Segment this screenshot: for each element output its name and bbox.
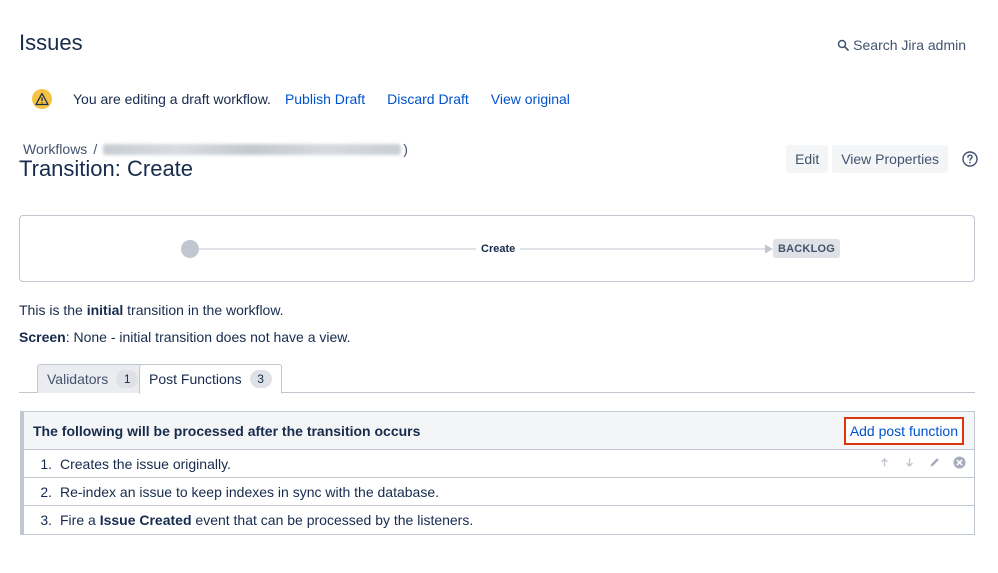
row-text-suffix: event that can be processed by the liste…	[191, 512, 474, 528]
breadcrumb-workflow-name-redacted[interactable]	[103, 143, 402, 155]
info-line1-suffix: transition in the workflow.	[123, 302, 284, 318]
backlog-status-lozenge[interactable]: BACKLOG	[773, 239, 841, 258]
search-icon	[837, 39, 849, 51]
row-number: 2.	[40, 483, 52, 500]
screen-label: Screen	[19, 329, 66, 345]
tab-post-functions-label: Post Functions	[149, 371, 242, 387]
transition-diagram: Create BACKLOG	[19, 215, 975, 282]
tab-post-functions-count-badge: 3	[249, 370, 272, 388]
transition-title: Transition: Create	[19, 156, 194, 181]
info-line1-bold: initial	[86, 302, 124, 318]
move-up-icon[interactable]	[878, 456, 891, 469]
row-text-event-name: Issue Created	[99, 512, 192, 528]
row-text: Fire a Issue Created event that can be p…	[60, 512, 473, 528]
info-line1-prefix: This is the	[19, 302, 87, 318]
header-actions: Edit View Properties	[786, 145, 978, 173]
view-properties-button[interactable]: View Properties	[832, 145, 948, 173]
initial-transition-info: This is the initial transition in the wo…	[19, 302, 284, 318]
edit-button[interactable]: Edit	[786, 145, 829, 173]
draft-workflow-banner: You are editing a draft workflow. Publis…	[32, 88, 592, 110]
transition-arrow-head	[765, 244, 773, 254]
row-text: Creates the issue originally.	[60, 455, 231, 472]
table-row: 3. Fire a Issue Created event that can b…	[24, 506, 974, 534]
initial-state-node	[181, 240, 199, 258]
tab-validators[interactable]: Validators 1	[37, 364, 149, 393]
help-icon[interactable]	[962, 151, 978, 167]
post-functions-table: The following will be processed after th…	[20, 411, 975, 535]
publish-draft-link[interactable]: Publish Draft	[285, 91, 365, 107]
tab-validators-label: Validators	[47, 371, 109, 387]
breadcrumb-separator: /	[93, 141, 98, 157]
delete-icon[interactable]	[953, 456, 966, 469]
search-jira-admin-label: Search Jira admin	[853, 37, 966, 53]
add-post-function-link[interactable]: Add post function	[843, 416, 964, 445]
post-functions-header: The following will be processed after th…	[24, 412, 974, 450]
row-actions	[878, 456, 966, 469]
view-original-link[interactable]: View original	[491, 91, 570, 107]
table-row: 1. Creates the issue originally.	[24, 450, 974, 478]
table-row: 2. Re-index an issue to keep indexes in …	[24, 478, 974, 506]
search-jira-admin-link[interactable]: Search Jira admin	[837, 37, 966, 53]
page-title: Issues	[19, 30, 83, 55]
tab-validators-count-badge: 1	[116, 370, 139, 388]
row-text: Re-index an issue to keep indexes in syn…	[60, 483, 440, 500]
row-number: 3.	[40, 512, 52, 528]
post-functions-header-title: The following will be processed after th…	[33, 422, 421, 439]
move-down-icon[interactable]	[903, 456, 916, 469]
breadcrumb-workflows-link[interactable]: Workflows	[23, 141, 87, 157]
transition-name-label[interactable]: Create	[478, 243, 519, 255]
discard-draft-link[interactable]: Discard Draft	[387, 91, 469, 107]
warning-icon	[32, 89, 52, 109]
draft-message: You are editing a draft workflow.	[73, 91, 271, 107]
transition-tabs: Validators 1 Post Functions 3	[19, 364, 975, 394]
row-text-prefix: Fire a	[60, 512, 100, 528]
breadcrumb: Workflows / )	[23, 141, 408, 157]
tab-post-functions[interactable]: Post Functions 3	[139, 364, 282, 394]
row-number: 1.	[40, 455, 52, 472]
edit-pencil-icon[interactable]	[928, 456, 941, 469]
screen-value: : None - initial transition does not hav…	[65, 329, 351, 345]
breadcrumb-suffix: )	[403, 141, 408, 157]
screen-info: Screen: None - initial transition does n…	[19, 329, 351, 345]
